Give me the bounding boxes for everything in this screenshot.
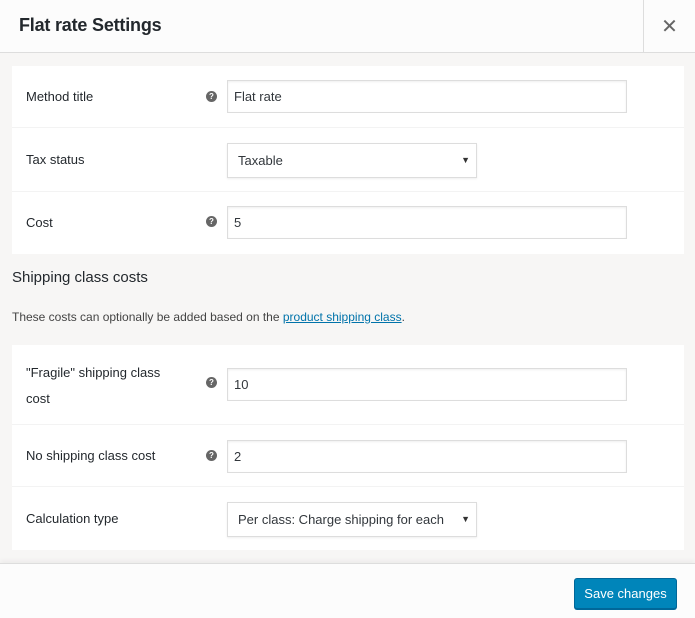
chevron-down-icon: ▼ [461,514,470,524]
modal-footer: Save changes [0,563,695,618]
fragile-cost-label-line1: "Fragile" shipping class [26,365,161,380]
help-icon[interactable]: ? [206,216,217,227]
method-title-row: Method title ? [12,66,684,128]
help-icon[interactable]: ? [206,91,217,102]
tax-status-row: Tax status Taxable ▼ [12,128,684,192]
cost-row: Cost ? [12,192,684,254]
fragile-cost-input[interactable] [227,368,627,401]
method-title-input[interactable] [227,80,627,113]
description-text: These costs can optionally be added base… [12,310,283,324]
general-settings-panel: Method title ? Tax status Taxable ▼ Cost… [12,66,684,254]
modal-body: Method title ? Tax status Taxable ▼ Cost… [0,53,695,563]
shipping-class-costs-heading: Shipping class costs [12,269,148,286]
calculation-type-label: Calculation type [26,511,119,526]
cost-input[interactable] [227,206,627,239]
close-button[interactable]: ✕ [643,0,695,52]
chevron-down-icon: ▼ [461,155,470,165]
no-class-cost-label: No shipping class cost [26,448,156,463]
product-shipping-class-link[interactable]: product shipping class [283,310,402,324]
no-class-cost-row: No shipping class cost ? [12,425,684,487]
method-title-label: Method title [26,89,94,104]
calculation-type-select[interactable]: Per class: Charge shipping for each ▼ [227,502,477,537]
tax-status-value: Taxable [238,153,283,168]
fragile-cost-row: "Fragile" shipping class cost ? [12,345,684,425]
close-icon: ✕ [661,15,678,38]
shipping-class-description: These costs can optionally be added base… [12,310,405,324]
shipping-class-panel: "Fragile" shipping class cost ? No shipp… [12,345,684,550]
no-class-cost-input[interactable] [227,440,627,473]
calculation-type-value: Per class: Charge shipping for each [238,512,444,527]
help-icon[interactable]: ? [206,450,217,461]
description-suffix: . [401,310,405,324]
cost-label: Cost [26,215,53,230]
modal-header: Flat rate Settings ✕ [0,0,695,53]
tax-status-label: Tax status [26,152,85,167]
fragile-cost-label-line2: cost [26,391,50,406]
save-changes-button[interactable]: Save changes [574,578,677,609]
help-icon[interactable]: ? [206,377,217,388]
calculation-type-row: Calculation type Per class: Charge shipp… [12,487,684,550]
tax-status-select[interactable]: Taxable ▼ [227,143,477,178]
modal-title: Flat rate Settings [19,15,162,35]
